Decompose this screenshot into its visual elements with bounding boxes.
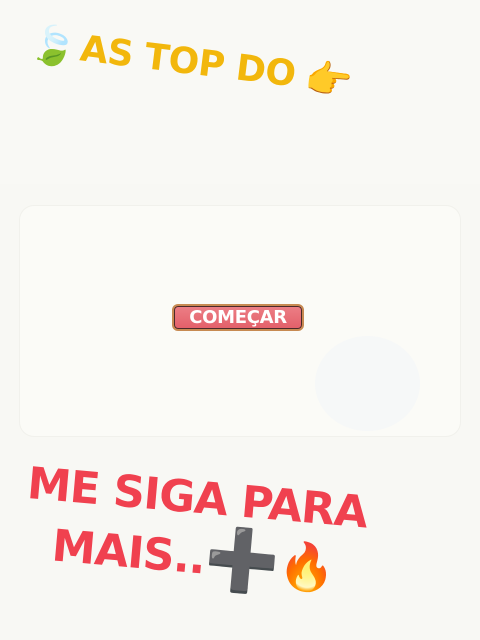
cta-line-2-text: MAIS..: [49, 520, 208, 585]
pointing-hand-icon: 👉: [302, 54, 355, 104]
fire-icon: 🔥: [276, 537, 337, 596]
plus-icon: ➕: [201, 522, 282, 599]
card-background-shape: [315, 336, 420, 431]
leaf-icon: 🍃: [27, 20, 80, 71]
follow-call-to-action: ME SIGA PARA MAIS..➕🔥: [20, 455, 459, 610]
content-card: COMEÇAR: [20, 206, 460, 436]
start-button[interactable]: COMEÇAR: [172, 304, 304, 331]
